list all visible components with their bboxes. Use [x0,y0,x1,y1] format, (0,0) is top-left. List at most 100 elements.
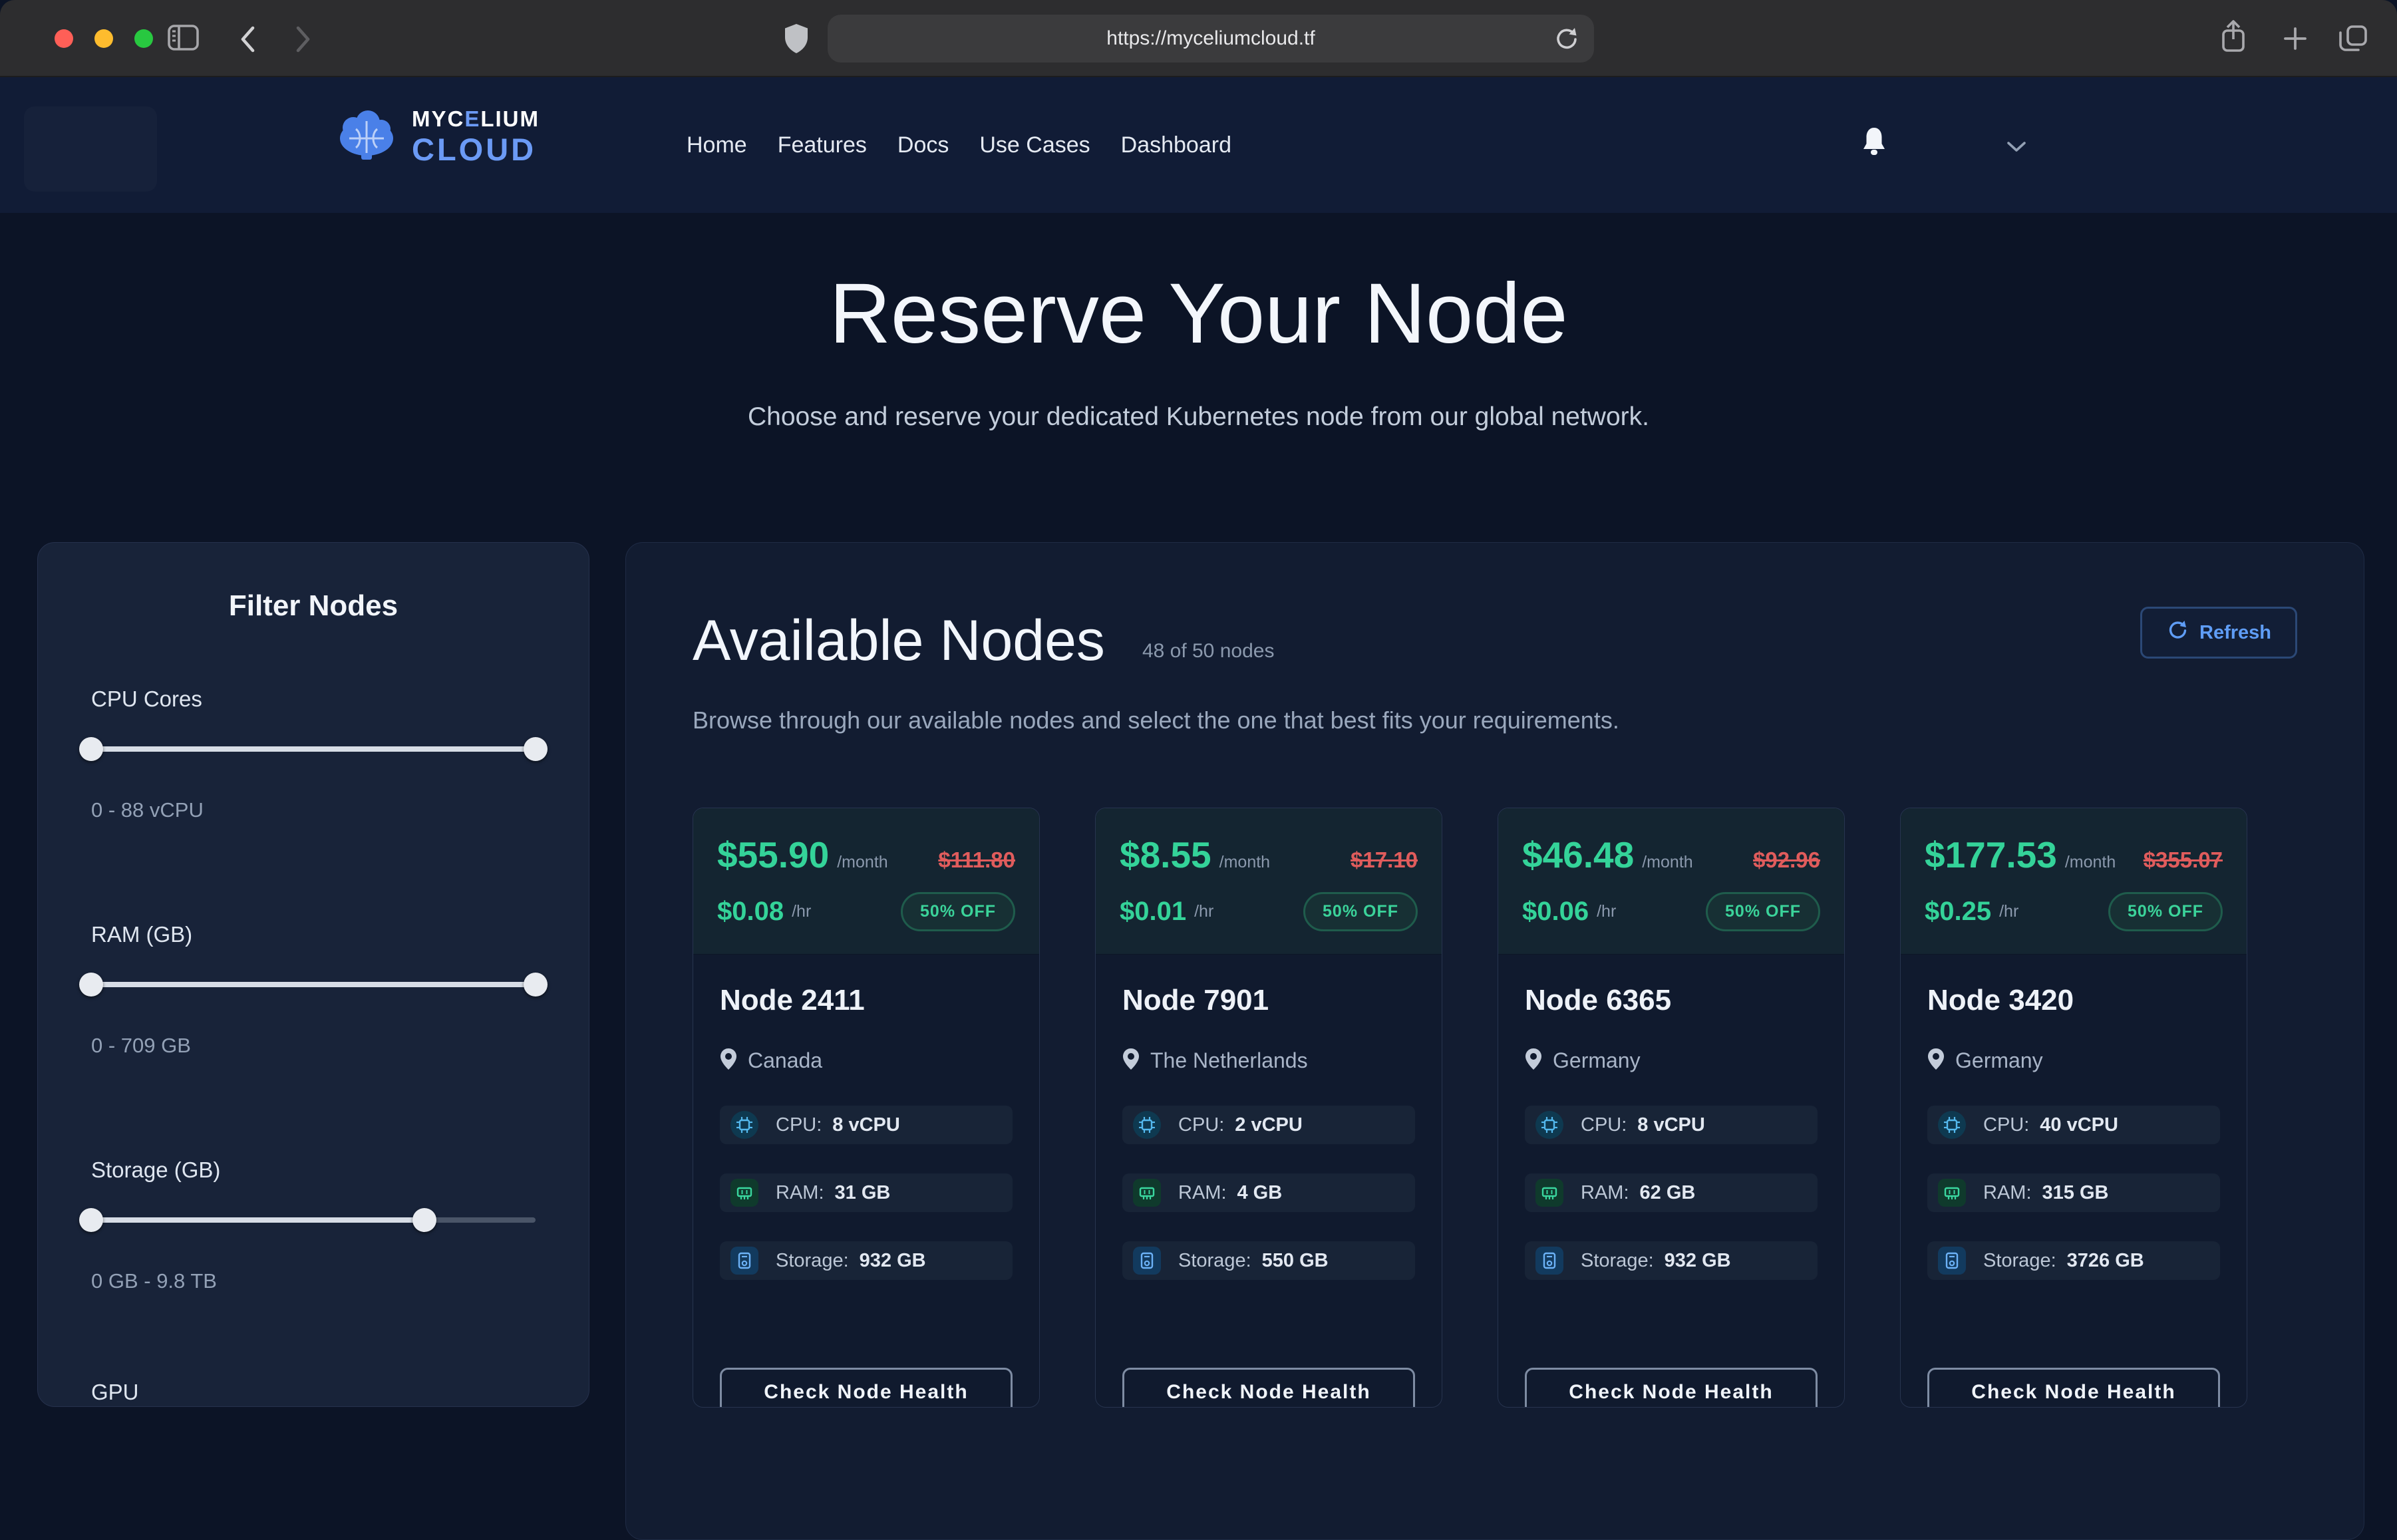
nav-links: Home Features Docs Use Cases Dashboard [687,77,1231,213]
nav-link-home[interactable]: Home [687,132,747,158]
storage-icon [1535,1247,1563,1275]
nav-link-features[interactable]: Features [778,132,867,158]
card-price-header: $177.53 /month $355.07 $0.25 /hr 50% OFF [1901,808,2247,955]
cpu-slider-handle-min[interactable] [79,737,103,761]
node-name: Node 7901 [1122,984,1415,1017]
node-location: Germany [1955,1048,2043,1073]
spec-row-ram: RAM: 31 GB [720,1173,1013,1212]
ram-icon [1133,1179,1161,1207]
refresh-button[interactable]: Refresh [2140,607,2297,659]
nav-link-dashboard[interactable]: Dashboard [1121,132,1231,158]
privacy-shield-icon[interactable] [784,23,809,58]
node-card: $46.48 /month $92.96 $0.06 /hr 50% OFF N… [1498,808,1845,1408]
available-nodes-panel: Available Nodes 48 of 50 nodes Refresh B… [625,542,2364,1540]
per-month-label: /month [2065,853,2116,872]
ram-slider-handle-max[interactable] [524,973,548,997]
cpu-icon [1133,1111,1161,1139]
filter-group-gpu: GPU [91,1380,536,1407]
spec-row-cpu: CPU: 8 vCPU [720,1106,1013,1144]
ram-icon [1535,1179,1563,1207]
filter-group-ram: RAM (GB) 0 - 709 GB [91,922,536,1058]
check-node-health-button[interactable]: Check Node Health [720,1368,1013,1408]
nav-link-docs[interactable]: Docs [897,132,949,158]
location-pin-icon [1525,1048,1542,1074]
check-node-health-button[interactable]: Check Node Health [1927,1368,2220,1408]
tab-overview-icon[interactable] [2339,25,2367,55]
storage-value: 932 GB [1665,1250,1731,1272]
spec-row-cpu: CPU: 2 vCPU [1122,1106,1415,1144]
original-price: $92.96 [1753,847,1820,873]
maximize-window-button[interactable] [134,29,153,48]
card-body: Node 7901 The Netherlands CPU: 2 vCPU [1096,955,1442,1408]
slider-fill [91,1217,424,1223]
browser-chrome: https://myceliumcloud.tf [0,0,2397,77]
ram-label: RAM: [1983,1182,2032,1204]
spec-row-storage: Storage: 550 GB [1122,1241,1415,1280]
cpu-slider-handle-max[interactable] [524,737,548,761]
cpu-cores-slider[interactable] [91,746,536,752]
url-text: https://myceliumcloud.tf [1106,27,1315,50]
ram-value: 31 GB [835,1182,891,1204]
page-title: Reserve Your Node [0,265,2397,363]
address-bar[interactable]: https://myceliumcloud.tf [828,15,1594,63]
cpu-label: CPU: [1178,1114,1224,1136]
cpu-value: 8 vCPU [832,1114,900,1136]
storage-slider-handle-max[interactable] [412,1208,436,1232]
discount-badge: 50% OFF [1303,892,1418,931]
account-chevron-down-icon[interactable] [2006,141,2026,156]
price-per-hour: $0.08 [717,897,784,927]
refresh-label: Refresh [2199,622,2271,644]
storage-label: Storage: [1581,1250,1654,1272]
discount-badge: 50% OFF [1706,892,1820,931]
storage-label: Storage: [1983,1250,2056,1272]
storage-slider-handle-min[interactable] [79,1208,103,1232]
sidebar-toggle-icon[interactable] [168,24,200,55]
refresh-icon [2166,619,2187,646]
cpu-value: 8 vCPU [1637,1114,1705,1136]
logo-text: MYCELIUM CLOUD [412,108,540,165]
hero-section: Reserve Your Node Choose and reserve you… [0,213,2397,432]
back-icon[interactable] [240,25,257,57]
per-hour-label: /hr [1194,902,1213,921]
storage-value: 3726 GB [2067,1250,2144,1272]
card-body: Node 6365 Germany CPU: 8 vCPU [1498,955,1844,1408]
share-icon[interactable] [2221,20,2246,57]
cpu-icon [730,1111,758,1139]
spec-row-storage: Storage: 932 GB [720,1241,1013,1280]
location-pin-icon [1927,1048,1945,1074]
close-window-button[interactable] [55,29,73,48]
slider-fill [91,746,536,752]
per-hour-label: /hr [1597,902,1616,921]
ram-value: 315 GB [2042,1182,2109,1204]
reload-icon[interactable] [1554,27,1578,54]
nodes-subtitle: Browse through our available nodes and s… [693,706,2297,734]
card-price-header: $8.55 /month $17.10 $0.01 /hr 50% OFF [1096,808,1442,955]
ram-label: RAM (GB) [91,922,536,947]
card-price-header: $55.90 /month $111.80 $0.08 /hr 50% OFF [693,808,1039,955]
location-pin-icon [1122,1048,1140,1074]
ram-slider[interactable] [91,982,536,987]
check-node-health-button[interactable]: Check Node Health [1122,1368,1415,1408]
navbar-ghost-box [24,106,157,192]
storage-icon [1133,1247,1161,1275]
nodes-title: Available Nodes [693,612,1105,669]
cpu-icon [1535,1111,1563,1139]
forward-icon[interactable] [294,25,311,57]
minimize-window-button[interactable] [94,29,113,48]
storage-slider[interactable] [91,1217,536,1223]
cpu-label: CPU: [1983,1114,2029,1136]
window-controls [55,29,153,48]
notifications-bell-icon[interactable] [1861,126,1887,160]
node-card: $177.53 /month $355.07 $0.25 /hr 50% OFF… [1900,808,2247,1408]
cpu-icon [1938,1111,1966,1139]
node-card: $8.55 /month $17.10 $0.01 /hr 50% OFF No… [1095,808,1442,1408]
nav-link-use-cases[interactable]: Use Cases [979,132,1090,158]
storage-icon [730,1247,758,1275]
ram-slider-handle-min[interactable] [79,973,103,997]
discount-badge: 50% OFF [901,892,1015,931]
logo-line2: CLOUD [412,134,540,165]
logo[interactable]: MYCELIUM CLOUD [336,106,540,166]
new-tab-icon[interactable] [2283,27,2307,54]
check-node-health-button[interactable]: Check Node Health [1525,1368,1818,1408]
node-specs: CPU: 8 vCPU RAM: 62 GB Sto [1525,1106,1818,1280]
